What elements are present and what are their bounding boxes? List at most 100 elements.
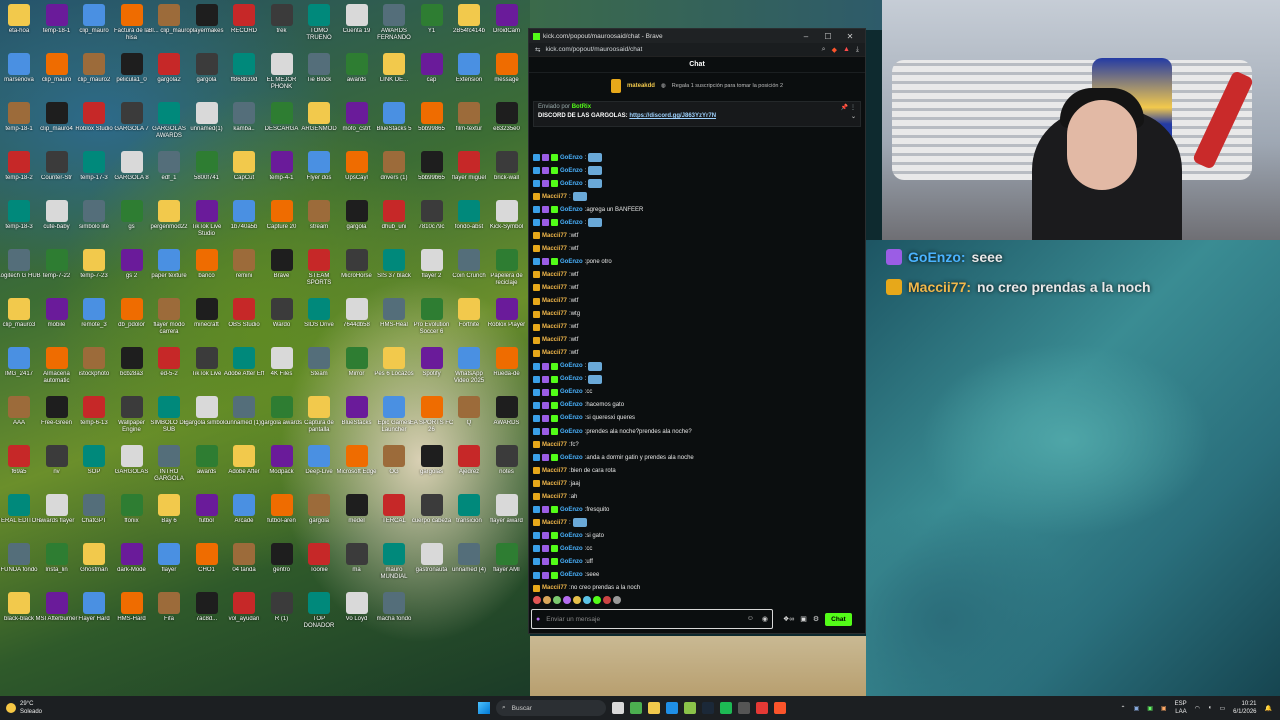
chat-username[interactable]: GoEnzo: [560, 168, 583, 174]
desktop-icon[interactable]: flayer miguel: [450, 149, 488, 197]
chat-username[interactable]: Maccii77: [542, 233, 567, 239]
desktop-icon[interactable]: clip_mauro2: [75, 51, 113, 99]
desktop-icon[interactable]: UpsCayl: [338, 149, 376, 197]
brave-icon[interactable]: [774, 702, 786, 714]
desktop-icon[interactable]: ed-5-2: [150, 345, 188, 393]
desktop-icon[interactable]: film-textur: [450, 100, 488, 148]
desktop-icon[interactable]: GARGOLA 7: [113, 100, 151, 148]
pinned-by-user[interactable]: BotRix: [572, 104, 591, 110]
desktop-icon[interactable]: gentro: [263, 541, 301, 589]
desktop-icon[interactable]: Cuenta 19: [338, 2, 376, 50]
chat-username[interactable]: GoEnzo: [560, 220, 583, 226]
desktop-icon[interactable]: 7810c79c: [413, 198, 451, 246]
desktop-icon[interactable]: f69a5: [0, 443, 38, 491]
desktop-icon[interactable]: 2B54fc414b: [450, 2, 488, 50]
desktop-icon[interactable]: gs 2: [113, 247, 151, 295]
emote-icon[interactable]: [613, 596, 621, 604]
desktop-icon[interactable]: gargola simbolo: [185, 394, 228, 442]
desktop-icon[interactable]: MicroHorse: [338, 247, 376, 295]
close-icon[interactable]: ✕: [839, 32, 861, 41]
desktop-icon[interactable]: LINK DE...: [375, 51, 413, 99]
chat-message[interactable]: Maccii77: ah: [533, 490, 833, 503]
desktop-icon[interactable]: flayer 2: [413, 247, 451, 295]
mic-icon[interactable]: ●: [536, 616, 540, 623]
desktop-icon[interactable]: black-black: [0, 590, 38, 638]
chat-message[interactable]: Maccii77: wtf: [533, 295, 833, 308]
app-icon[interactable]: [738, 702, 750, 714]
desktop-icon[interactable]: stream: [300, 198, 338, 246]
desktop-icon[interactable]: Counter-Str: [38, 149, 76, 197]
desktop-icon[interactable]: FUNDA fondo: [0, 541, 38, 589]
chat-message[interactable]: GoEnzo: si gato: [533, 529, 833, 542]
desktop-icon[interactable]: Fifa: [150, 590, 188, 638]
desktop-icon[interactable]: bcb28a3: [113, 345, 151, 393]
desktop-icon[interactable]: nv: [38, 443, 76, 491]
desktop-icon[interactable]: DESCARGA: [263, 100, 301, 148]
chrome-icon[interactable]: [684, 702, 696, 714]
chat-message[interactable]: GoEnzo:: [533, 360, 833, 373]
desktop-icon[interactable]: Flayer Hard: [75, 590, 113, 638]
desktop-icon[interactable]: ma: [338, 541, 376, 589]
gift-tool-icon[interactable]: ▣: [800, 615, 807, 623]
desktop-icon[interactable]: IMG_2417: [0, 345, 38, 393]
desktop-icon[interactable]: 4K Files: [263, 345, 301, 393]
desktop-icon[interactable]: transicion: [450, 492, 488, 540]
chat-message[interactable]: Maccii77:: [533, 190, 833, 203]
chat-username[interactable]: Maccii77: [542, 311, 567, 317]
copilot-icon[interactable]: [630, 702, 642, 714]
desktop-icon[interactable]: Logitech G HUB: [0, 247, 41, 295]
desktop-icon[interactable]: TOMO TRUENO: [300, 2, 338, 50]
chat-username[interactable]: GoEnzo: [560, 455, 583, 461]
desktop-icon[interactable]: pergenmod22: [150, 198, 188, 246]
desktop-icon[interactable]: awards flayer: [38, 492, 76, 540]
desktop-icon[interactable]: Captura de pantalla: [300, 394, 338, 442]
desktop-icon[interactable]: unnamed (4): [450, 541, 488, 589]
weather-widget[interactable]: 29°C Soleado: [0, 700, 200, 716]
chat-username[interactable]: Maccii77: [542, 350, 567, 356]
gear-icon[interactable]: ⚙: [813, 615, 819, 623]
desktop-icon[interactable]: edf_1: [150, 149, 188, 197]
chat-message[interactable]: GoEnzo:: [533, 151, 833, 164]
desktop-icon[interactable]: Pro Evolution Soccer 6: [413, 296, 451, 344]
desktop-icon[interactable]: banco: [188, 247, 226, 295]
desktop-icon[interactable]: gargola2: [150, 51, 188, 99]
chat-username[interactable]: GoEnzo: [560, 507, 583, 513]
chat-message[interactable]: Maccii77:: [533, 516, 833, 529]
desktop-icon[interactable]: dhub_uni: [375, 198, 413, 246]
chat-username[interactable]: GoEnzo: [560, 259, 583, 265]
edge-icon[interactable]: [666, 702, 678, 714]
address-bar[interactable]: ⇆ kick.com/popout/mauroosaid/chat ⌕ ◆ ▲ …: [529, 43, 865, 57]
chat-username[interactable]: GoEnzo: [560, 181, 583, 187]
desktop-icon[interactable]: R (1): [263, 590, 301, 638]
desktop-icon[interactable]: Bl... clip_mauro: [148, 2, 190, 50]
desktop-icon[interactable]: 04 tanda: [225, 541, 263, 589]
gift-sub-banner[interactable]: mateakdd ◍ Regala 1 suscripción para tom…: [529, 73, 865, 99]
battery-icon[interactable]: ▭: [1219, 705, 1225, 712]
brave-rewards-icon[interactable]: ▲: [843, 46, 850, 54]
desktop-icon[interactable]: temp-6-13: [75, 394, 113, 442]
desktop-icon[interactable]: istockphoto: [75, 345, 113, 393]
desktop-icon[interactable]: futbol-aren: [263, 492, 301, 540]
desktop-icon[interactable]: Q: [450, 394, 488, 442]
emote-icon[interactable]: [593, 596, 601, 604]
desktop-icon[interactable]: 1b740a5b: [225, 198, 263, 246]
desktop-icon[interactable]: WhatsApp Video 2025: [450, 345, 488, 393]
desktop-icon[interactable]: Y1: [413, 2, 451, 50]
chat-username[interactable]: GoEnzo: [560, 559, 583, 565]
chat-message[interactable]: Maccii77: jaaj: [533, 477, 833, 490]
desktop-icon[interactable]: e83235e0: [488, 100, 526, 148]
chat-input[interactable]: ● Enviar un mensaje ☺ ◉: [531, 609, 773, 629]
task-view-icon[interactable]: [612, 702, 624, 714]
desktop-icon[interactable]: cute-baby: [38, 198, 76, 246]
desktop-icon[interactable]: flayer AMI: [488, 541, 526, 589]
desktop-icon[interactable]: gargola: [188, 51, 226, 99]
chat-message[interactable]: Maccii77: bien de cara rota: [533, 464, 833, 477]
chat-username[interactable]: GoEnzo: [560, 207, 583, 213]
desktop-icon[interactable]: SIS 37 black: [375, 247, 413, 295]
desktop-icon[interactable]: futbol: [188, 492, 226, 540]
desktop-icon[interactable]: Almacena automatic: [38, 345, 76, 393]
chat-message[interactable]: GoEnzo: fresquito: [533, 503, 833, 516]
desktop-icon[interactable]: 7ac8d...: [188, 590, 226, 638]
chat-username[interactable]: Maccii77: [542, 468, 567, 474]
chat-message[interactable]: GoEnzo:: [533, 177, 833, 190]
